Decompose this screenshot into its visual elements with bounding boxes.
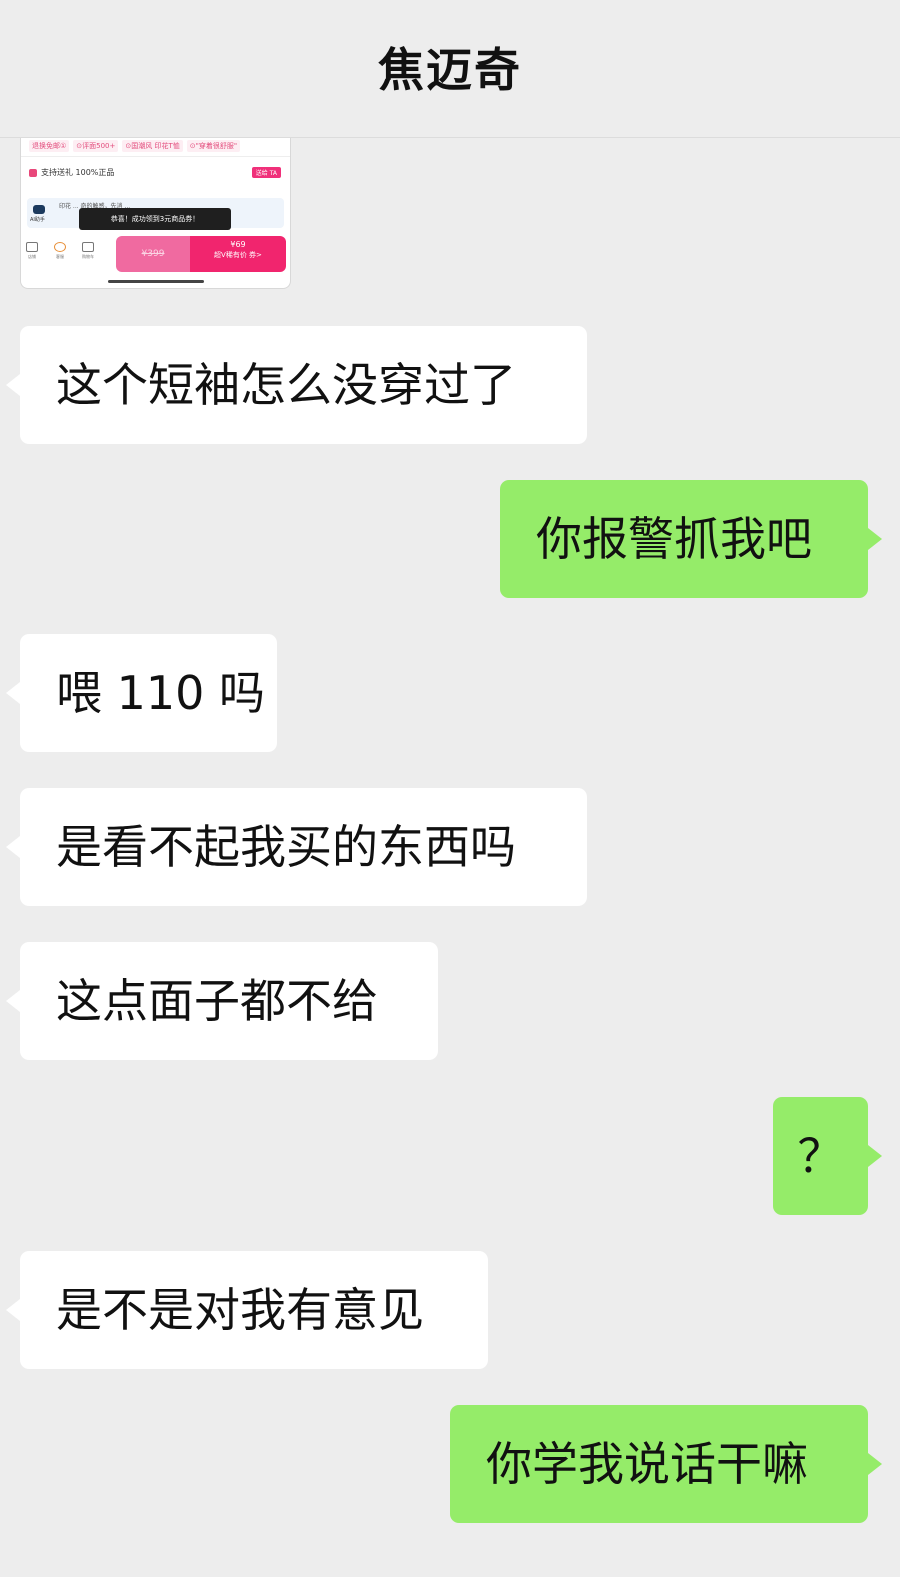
support-text: 支持送礼 100%正品 bbox=[41, 168, 115, 177]
chat-header: 焦迈奇 bbox=[0, 0, 900, 138]
sale-subtitle: 超V稀有价 券> bbox=[214, 251, 262, 259]
outgoing-message[interactable]: ？ bbox=[773, 1097, 882, 1215]
ai-label: AI助手 bbox=[30, 217, 45, 223]
product-tag: 退换免邮① bbox=[29, 140, 70, 152]
message-text: 你学我说话干嘛 bbox=[486, 1437, 808, 1491]
outgoing-message[interactable]: 你报警抓我吧 bbox=[500, 480, 882, 598]
message-text: 这点面子都不给 bbox=[56, 974, 378, 1028]
shared-screenshot-image[interactable]: 退换免邮① ⊙评面500+ ⊙国潮风 印花T恤 ⊙"穿着很舒服" 支持送礼 10… bbox=[20, 138, 291, 289]
product-tag: ⊙评面500+ bbox=[73, 140, 119, 152]
product-tags: 退换免邮① ⊙评面500+ ⊙国潮风 印花T恤 ⊙"穿着很舒服" bbox=[29, 140, 241, 152]
product-bottom-bar: 店铺 客服 购物车 ¥399 ¥69 超V稀有价 券> bbox=[21, 234, 290, 274]
gift-icon bbox=[29, 168, 37, 177]
coupon-toast: 恭喜！成功领到3元商品券！ bbox=[79, 208, 231, 230]
message-text: 是看不起我买的东西吗 bbox=[56, 820, 516, 874]
message-text: 是不是对我有意见 bbox=[56, 1283, 424, 1337]
gift-support-row: 支持送礼 100%正品 送给 TA bbox=[29, 167, 281, 178]
incoming-message[interactable]: 喂 110 吗 bbox=[6, 634, 277, 752]
product-tag: ⊙"穿着很舒服" bbox=[186, 140, 241, 152]
product-tag: ⊙国潮风 印花T恤 bbox=[122, 140, 183, 152]
message-list[interactable]: 退换免邮① ⊙评面500+ ⊙国潮风 印花T恤 ⊙"穿着很舒服" 支持送礼 10… bbox=[0, 138, 900, 1577]
service-icon: 客服 bbox=[53, 242, 67, 260]
incoming-message[interactable]: 是看不起我买的东西吗 bbox=[6, 788, 587, 906]
divider bbox=[21, 156, 290, 157]
original-price: ¥399 bbox=[116, 236, 190, 272]
send-gift-button: 送给 TA bbox=[251, 167, 281, 178]
message-text: 这个短袖怎么没穿过了 bbox=[56, 358, 516, 412]
contact-name[interactable]: 焦迈奇 bbox=[378, 34, 522, 100]
buy-button: ¥69 超V稀有价 券> bbox=[190, 236, 286, 272]
cart-icon: 购物车 bbox=[81, 242, 95, 260]
outgoing-message[interactable]: 你学我说话干嘛 bbox=[450, 1405, 882, 1523]
shop-icon: 店铺 bbox=[25, 242, 39, 260]
incoming-message[interactable]: 这个短袖怎么没穿过了 bbox=[6, 326, 587, 444]
incoming-message[interactable]: 这点面子都不给 bbox=[6, 942, 438, 1060]
robot-icon bbox=[33, 205, 45, 214]
message-text: 喂 110 吗 bbox=[56, 666, 266, 720]
incoming-message[interactable]: 是不是对我有意见 bbox=[6, 1251, 488, 1369]
message-text: ？ bbox=[797, 1129, 844, 1183]
sale-price: ¥69 bbox=[230, 240, 246, 249]
home-indicator bbox=[108, 280, 204, 283]
message-text: 你报警抓我吧 bbox=[536, 512, 812, 566]
